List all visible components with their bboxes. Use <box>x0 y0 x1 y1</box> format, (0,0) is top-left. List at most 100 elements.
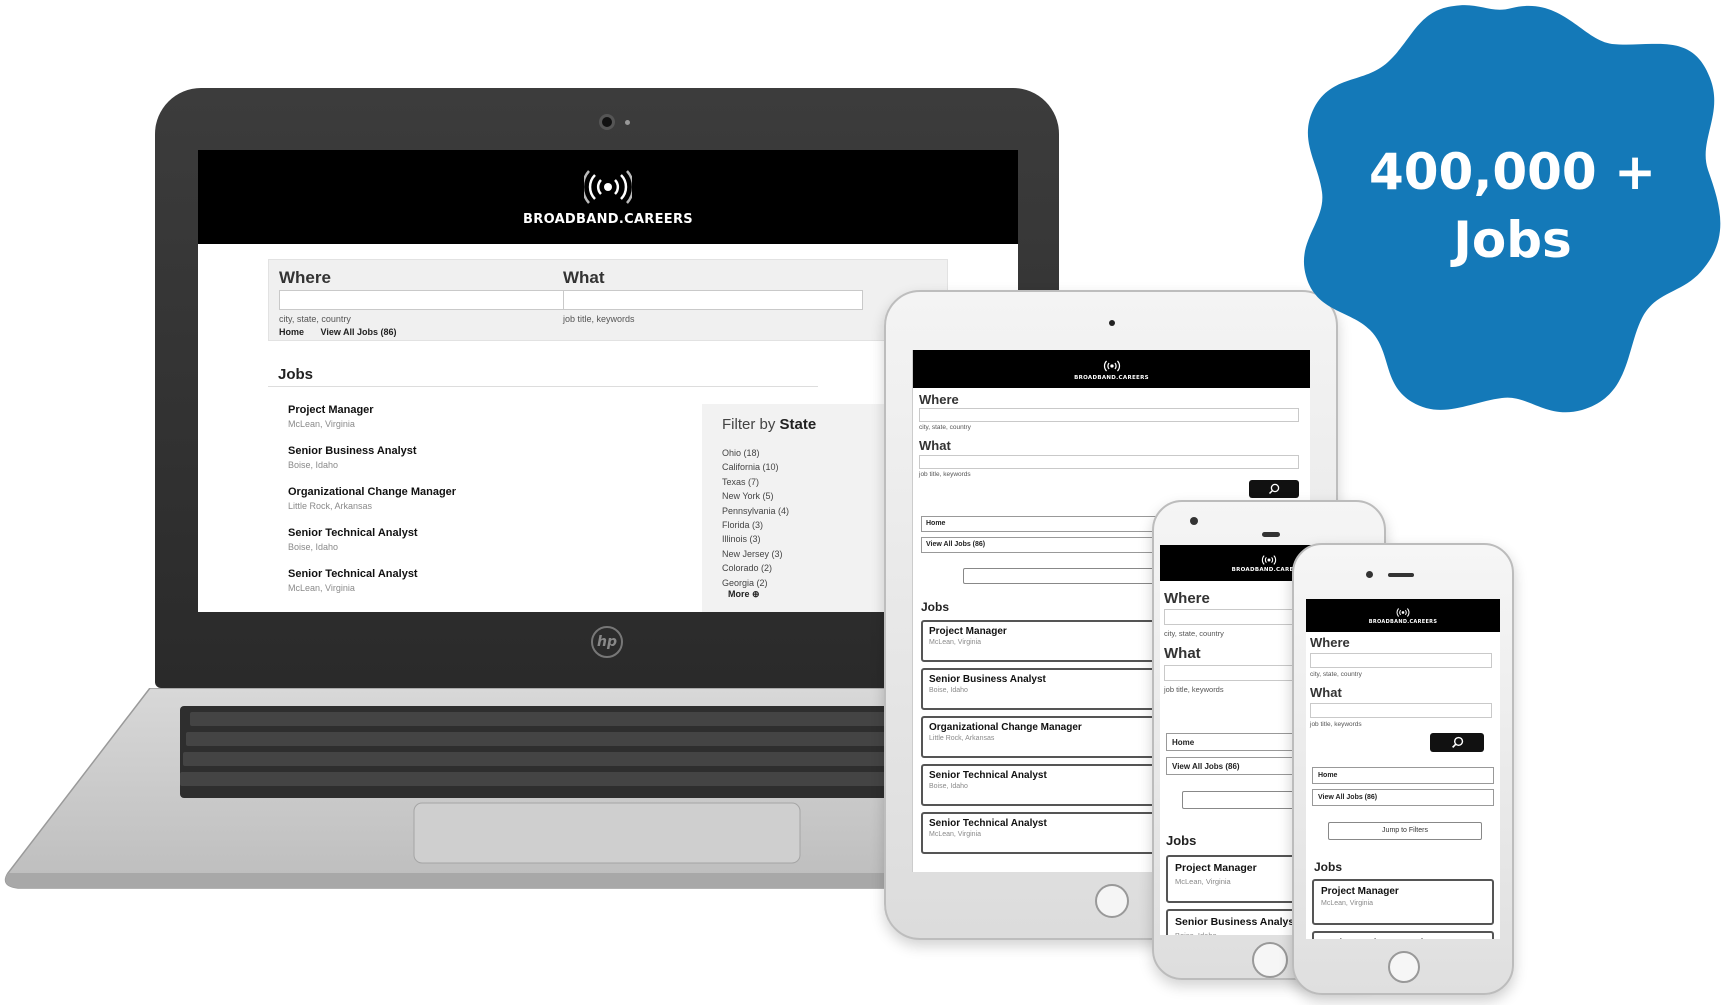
what-label: What <box>1310 685 1342 700</box>
where-hint: city, state, country <box>919 424 971 431</box>
what-hint: job title, keywords <box>1164 685 1224 694</box>
list-item[interactable]: Project Manager McLean, Virginia <box>1312 879 1494 925</box>
job-list: Project Manager McLean, Virginia Senior B… <box>288 404 456 609</box>
phone-speaker <box>1388 573 1414 577</box>
home-link[interactable]: Home <box>279 327 304 337</box>
broadcast-signal-icon <box>584 168 632 206</box>
where-label: Where <box>1164 590 1210 607</box>
where-label: Where <box>1310 635 1350 650</box>
job-location: McLean, Virginia <box>288 583 355 593</box>
broadcast-signal-icon <box>1260 553 1278 567</box>
what-input[interactable] <box>1310 703 1492 718</box>
brand-name[interactable]: BROADBAND.CAREERS <box>523 212 693 227</box>
filter-title: Filter by State <box>722 416 816 433</box>
laptop-base <box>4 688 1000 889</box>
where-label: Where <box>919 392 959 407</box>
job-location: Boise, Idaho <box>288 460 339 470</box>
where-hint: city, state, country <box>1310 671 1362 678</box>
what-hint: job title, keywords <box>919 471 971 478</box>
jump-to-filters-button[interactable]: Jump to Filters <box>1328 822 1482 840</box>
what-label: What <box>563 268 605 287</box>
site-header: BROADBAND.CAREERS <box>1306 599 1500 632</box>
where-hint: city, state, country <box>279 314 351 324</box>
filter-title-prefix: Filter by <box>722 416 776 433</box>
list-item[interactable]: Project Manager McLean, Virginia <box>288 404 456 445</box>
state-filter-item[interactable]: New York (5) <box>722 491 789 505</box>
job-title[interactable]: Senior Technical Analyst <box>288 568 456 580</box>
jobs-heading: Jobs <box>1166 833 1197 848</box>
what-input[interactable] <box>563 290 863 310</box>
magnifier-icon <box>1268 483 1280 495</box>
search-panel: Where city, state, country What job titl… <box>268 259 948 341</box>
phone-camera <box>1366 571 1373 578</box>
state-filter-item[interactable]: Texas (7) <box>722 477 789 491</box>
webcam-light <box>625 120 630 125</box>
brand-name[interactable]: BROADBAND.CAREERS <box>1369 619 1437 625</box>
where-hint: city, state, country <box>1164 629 1224 638</box>
view-all-jobs-link[interactable]: View All Jobs (86) <box>321 327 397 337</box>
state-filter-item[interactable]: Pennsylvania (4) <box>722 506 789 520</box>
where-input[interactable] <box>919 408 1299 422</box>
badge-count: 400,000 + <box>1368 143 1657 201</box>
tablet-home-button <box>1095 884 1129 918</box>
job-title[interactable]: Project Manager <box>1321 886 1485 897</box>
what-label: What <box>919 438 951 453</box>
job-title[interactable]: Organizational Change Manager <box>288 486 456 498</box>
broadcast-signal-icon <box>1395 606 1411 619</box>
where-input[interactable] <box>1310 653 1492 668</box>
badge-label: Jobs <box>1453 211 1572 269</box>
webcam <box>599 114 615 130</box>
where-label: Where <box>279 268 331 287</box>
more-label: More <box>728 589 750 599</box>
job-location: McLean, Virginia <box>1321 900 1374 907</box>
brand-name[interactable]: BROADBAND.CAREERS <box>1074 375 1149 381</box>
list-item[interactable]: Senior Business Analyst <box>1312 931 1494 939</box>
list-item[interactable]: Senior Business Analyst Boise, Idaho <box>288 445 456 486</box>
state-filter-item[interactable]: Illinois (3) <box>722 534 789 548</box>
list-item[interactable]: Organizational Change Manager Little Rock… <box>288 486 456 527</box>
what-hint: job title, keywords <box>563 314 635 324</box>
more-button[interactable]: More ⊕ <box>728 589 760 600</box>
jobs-count-badge: 400,000 + Jobs <box>1300 0 1725 420</box>
state-filter-item[interactable]: Florida (3) <box>722 520 789 534</box>
broadcast-signal-icon <box>1102 358 1122 374</box>
phone-camera <box>1190 517 1198 525</box>
site-header: BROADBAND.CAREERS <box>913 350 1310 388</box>
where-input[interactable] <box>279 290 583 310</box>
phone-speaker <box>1262 532 1280 537</box>
job-title[interactable]: Senior Business Analyst <box>288 445 456 457</box>
filter-title-bold: State <box>779 416 817 433</box>
search-button[interactable] <box>1249 480 1299 498</box>
tablet-camera <box>1109 320 1115 326</box>
jobs-heading: Jobs <box>1314 860 1343 874</box>
what-input[interactable] <box>919 455 1299 469</box>
state-list: Ohio (18) California (10) Texas (7) New … <box>722 448 789 592</box>
job-title[interactable]: Project Manager <box>288 404 456 416</box>
list-item[interactable]: Senior Technical Analyst McLean, Virginia <box>288 568 456 609</box>
view-all-jobs-link[interactable]: View All Jobs (86) <box>1312 789 1494 806</box>
phone-home-button <box>1388 951 1420 983</box>
job-location: Boise, Idaho <box>288 542 339 552</box>
job-title[interactable]: Senior Technical Analyst <box>288 527 456 539</box>
state-filter-item[interactable]: New Jersey (3) <box>722 549 789 563</box>
site-header: BROADBAND.CAREERS <box>198 150 1018 244</box>
list-item[interactable]: Senior Technical Analyst Boise, Idaho <box>288 527 456 568</box>
magnifier-icon <box>1451 736 1463 748</box>
jobs-heading: Jobs <box>921 600 950 614</box>
breadcrumb: Home View All Jobs (86) <box>279 327 411 337</box>
state-filter-item[interactable]: Colorado (2) <box>722 563 789 577</box>
job-title[interactable]: Senior Business Analyst <box>1321 938 1485 939</box>
what-hint: job title, keywords <box>1310 721 1362 728</box>
phone-screen: BROADBAND.CAREERS Where city, state, cou… <box>1306 599 1500 939</box>
divider <box>268 386 818 387</box>
state-filter-item[interactable]: California (10) <box>722 462 789 476</box>
jobs-heading: Jobs <box>278 366 314 383</box>
hp-logo-icon: hp <box>591 626 623 658</box>
job-location: McLean, Virginia <box>288 419 355 429</box>
state-filter-panel: Filter by State Ohio (18) California (10… <box>702 404 902 612</box>
search-button[interactable] <box>1430 733 1484 752</box>
state-filter-item[interactable]: Ohio (18) <box>722 448 789 462</box>
job-location: Little Rock, Arkansas <box>288 501 373 511</box>
home-link[interactable]: Home <box>1312 767 1494 784</box>
phone-home-button <box>1252 942 1288 978</box>
